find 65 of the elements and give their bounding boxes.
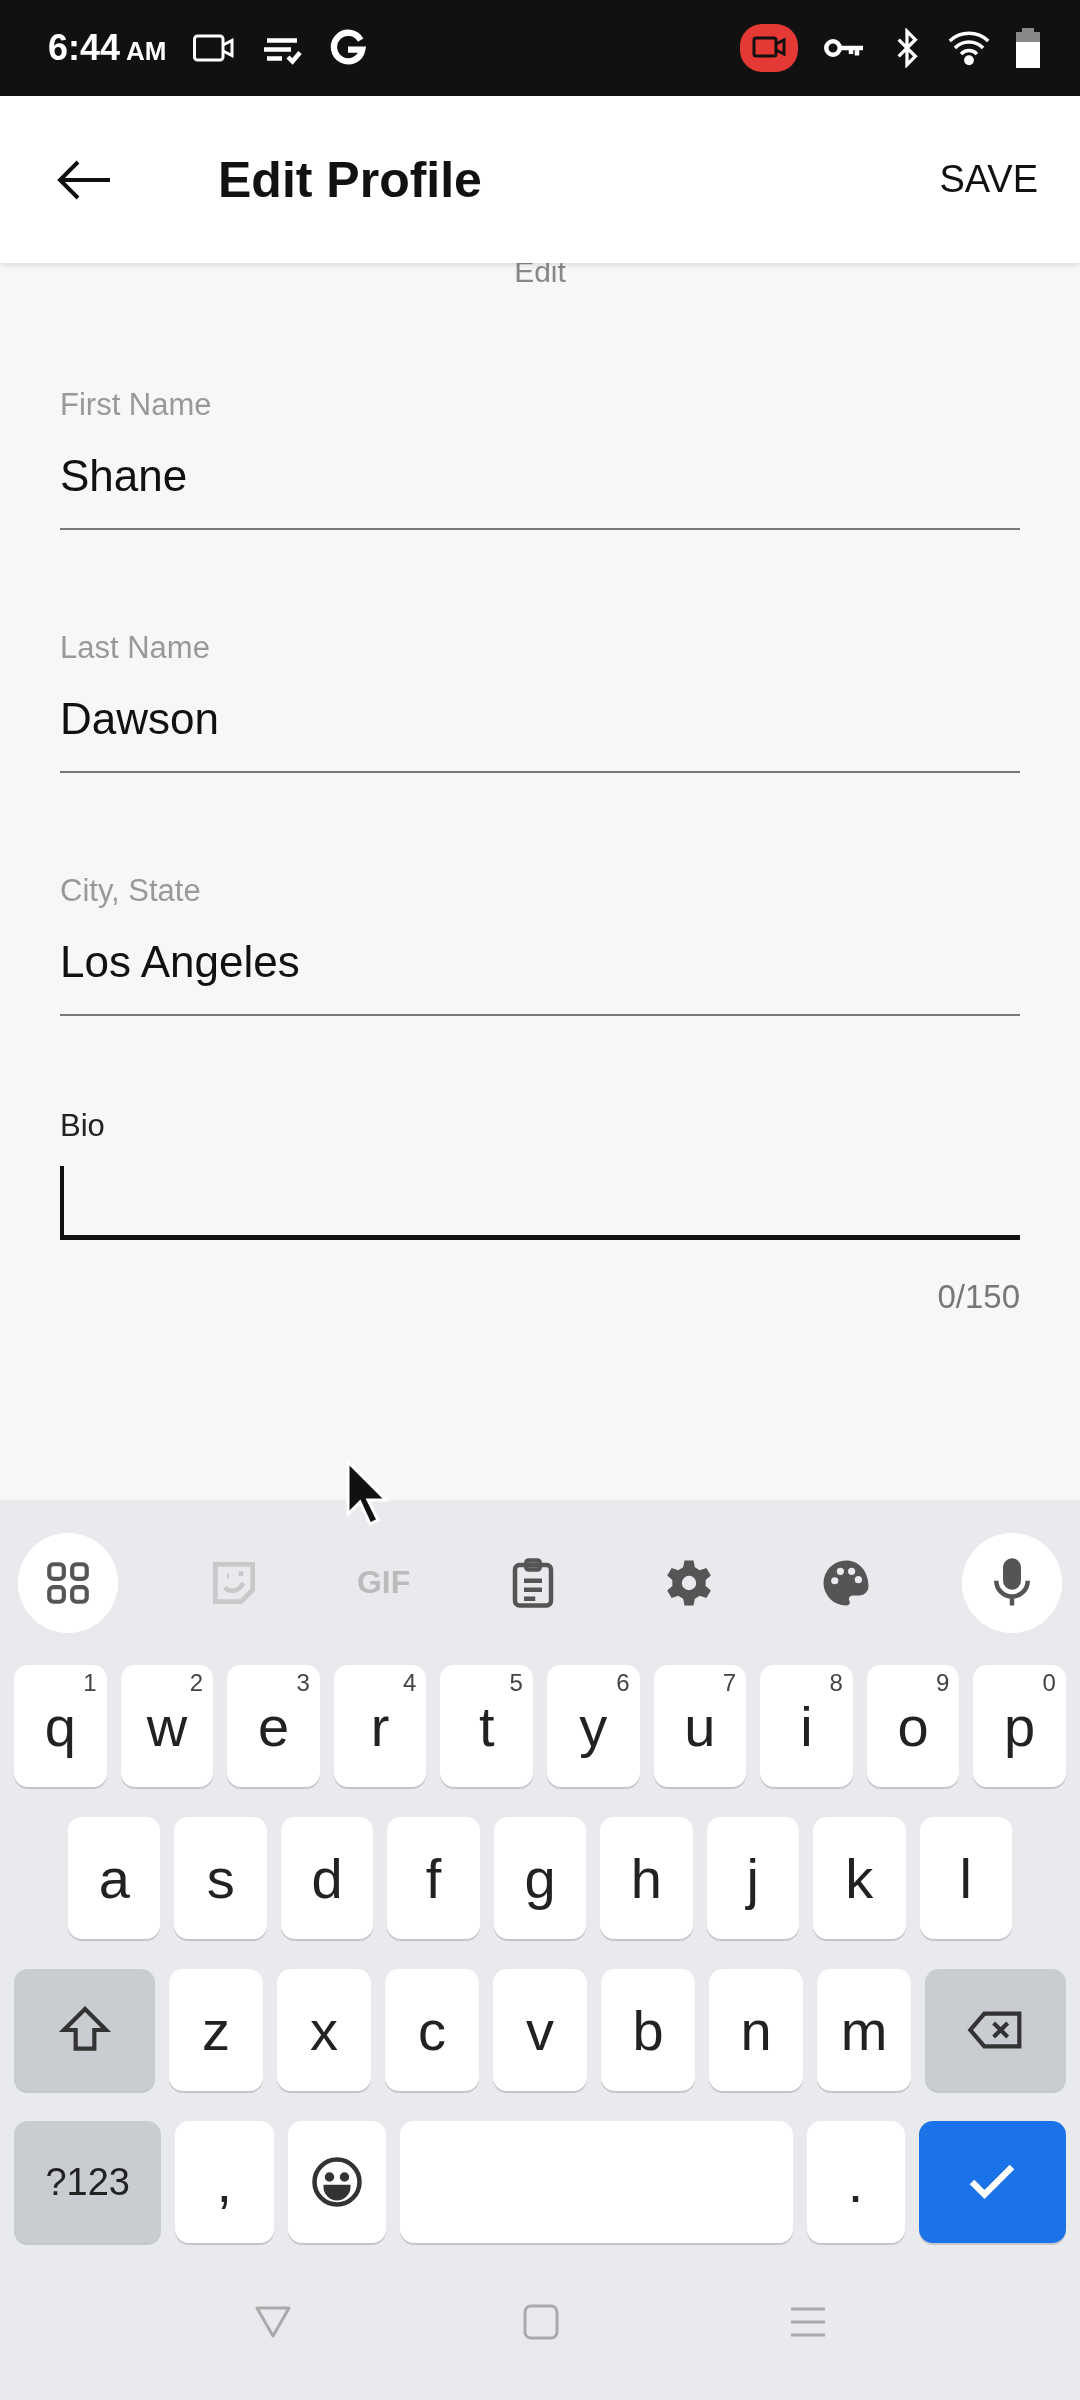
symbols-key[interactable]: ?123 <box>14 2121 162 2243</box>
keyboard-key[interactable]: a <box>68 1817 161 1939</box>
key-hint: 9 <box>936 1669 950 1697</box>
keyboard-key[interactable]: z <box>169 1969 263 2091</box>
field-label: Bio <box>60 1108 106 1144</box>
keyboard-key[interactable]: u 7 <box>653 1665 747 1787</box>
g-letter-icon <box>328 29 367 67</box>
shift-key[interactable] <box>14 1969 155 2091</box>
text-field[interactable]: Last Name Dawson <box>60 630 1020 773</box>
keyboard-key[interactable]: r 4 <box>333 1665 427 1787</box>
key-hint: 7 <box>722 1669 737 1697</box>
keyboard-key[interactable]: , <box>175 2121 274 2243</box>
clock: 6:44 AM <box>48 27 167 69</box>
field-label: Last Name <box>60 630 211 666</box>
text-field[interactable]: City, State Los Angeles <box>60 873 1020 1016</box>
keyboard-key[interactable]: i 8 <box>760 1665 853 1787</box>
keyboard-key[interactable]: k <box>813 1817 906 1939</box>
done-key[interactable] <box>918 2121 1066 2243</box>
keyboard-key[interactable]: w 2 <box>120 1665 214 1787</box>
field-value: Los Angeles <box>60 937 301 987</box>
keyboard-key[interactable]: p 0 <box>973 1665 1066 1787</box>
keyboard-key[interactable]: h <box>600 1817 693 1939</box>
text-cursor <box>60 1166 64 1235</box>
key-hint: 8 <box>829 1669 843 1697</box>
emoji-key[interactable] <box>287 2121 386 2243</box>
keyboard-key[interactable]: q 1 <box>14 1665 107 1787</box>
keyboard-key[interactable]: v <box>493 1969 587 2091</box>
keyboard-key[interactable]: e 3 <box>227 1665 320 1787</box>
text-field[interactable]: First Name Shane <box>60 387 1020 530</box>
key-hint: 6 <box>616 1669 630 1697</box>
keyboard-key[interactable]: b <box>601 1969 695 2091</box>
key-hint: 2 <box>189 1669 204 1697</box>
save-button[interactable]: SAVE <box>929 148 1048 211</box>
key-hint: 3 <box>296 1669 310 1697</box>
keyboard-key[interactable]: g <box>493 1817 587 1939</box>
keyboard-key[interactable]: . <box>806 2121 905 2243</box>
backspace-key[interactable] <box>925 1969 1066 2091</box>
screen-record-icon <box>740 24 798 72</box>
text-field[interactable]: Bio <box>60 1108 1020 1240</box>
key-hint: 5 <box>509 1669 523 1697</box>
keyboard-key[interactable]: m <box>817 1969 911 2091</box>
field-label: City, State <box>60 873 202 909</box>
mouse-pointer-icon <box>346 1460 392 1526</box>
keyboard-key[interactable]: t 5 <box>440 1665 533 1787</box>
page-title: Edit Profile <box>218 150 482 209</box>
keyboard-key[interactable]: y 6 <box>546 1665 640 1787</box>
key-hint: 0 <box>1042 1669 1056 1697</box>
keyboard-key[interactable]: f <box>387 1817 480 1939</box>
wifi-icon <box>948 30 990 66</box>
key-hint: 1 <box>83 1669 97 1697</box>
character-counter: 0/150 <box>937 1278 1020 1316</box>
keyboard-key[interactable]: s <box>174 1817 267 1939</box>
video-icon <box>192 33 235 63</box>
keyboard-key[interactable]: d <box>280 1817 374 1939</box>
field-value: Shane <box>60 451 189 501</box>
keyboard-key[interactable]: x <box>277 1969 371 2091</box>
field-value: Dawson <box>60 694 220 744</box>
keyboard-key[interactable]: c <box>385 1969 479 2091</box>
keyboard-key[interactable]: n <box>709 1969 803 2091</box>
keyboard-key[interactable]: o 9 <box>866 1665 960 1787</box>
keyboard-key[interactable]: l <box>919 1817 1012 1939</box>
keyboard-key[interactable]: j <box>706 1817 800 1939</box>
key-hint: 4 <box>403 1669 417 1697</box>
battery-icon <box>1016 28 1040 68</box>
field-label: First Name <box>60 387 213 423</box>
